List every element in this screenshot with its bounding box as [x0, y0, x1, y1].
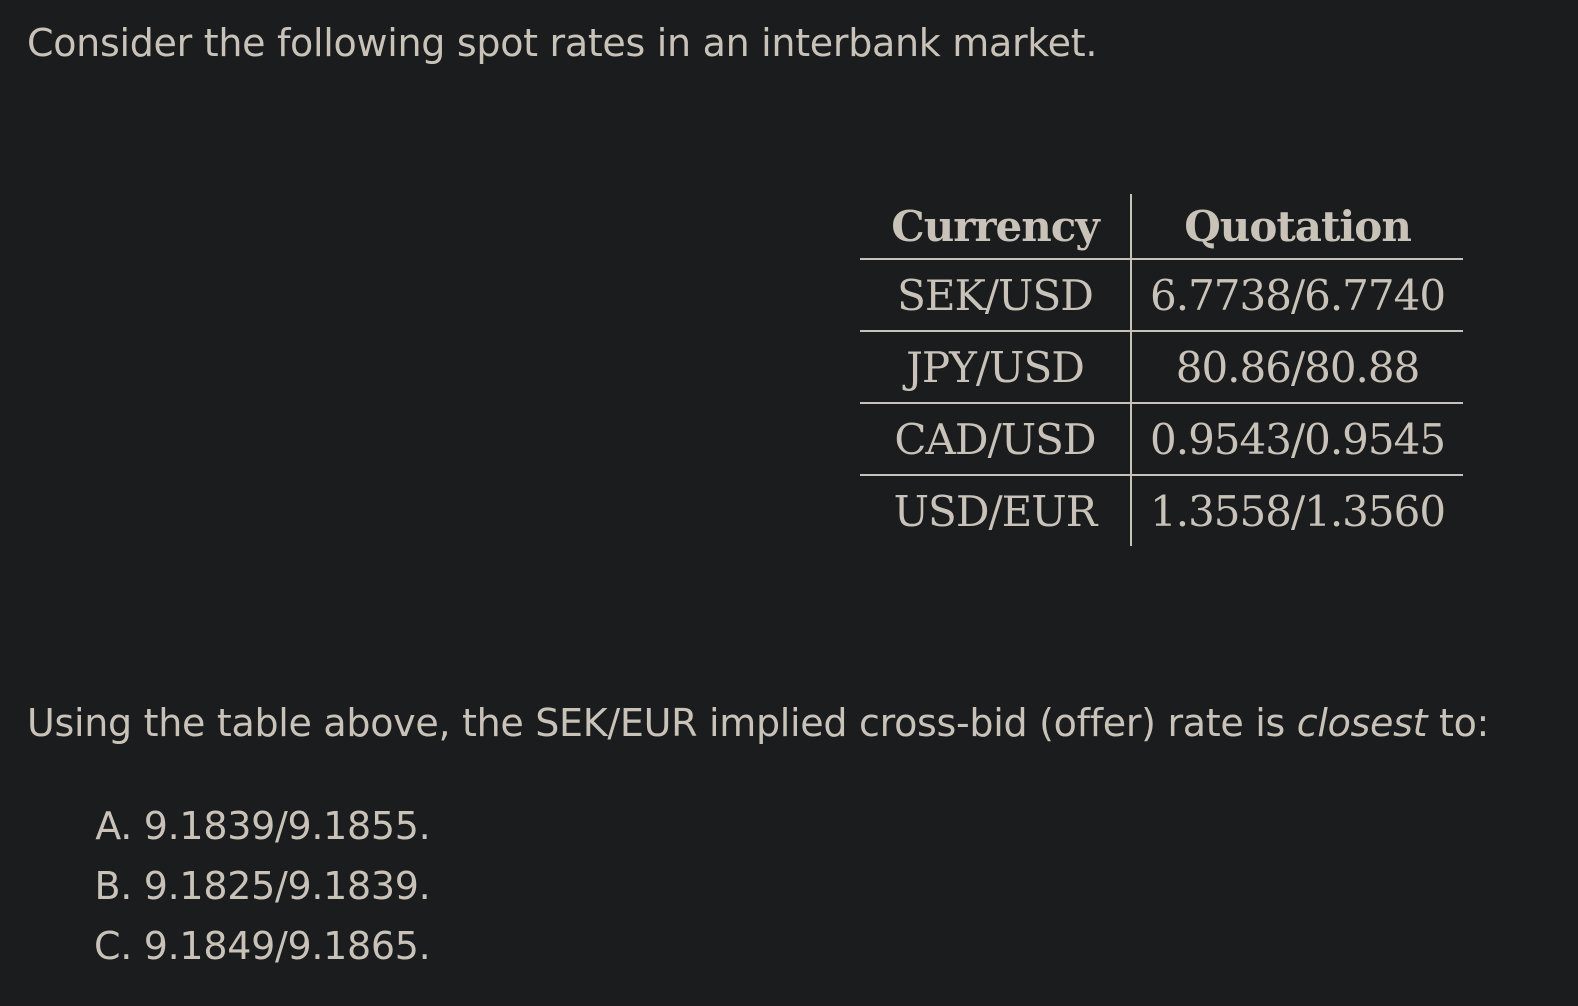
option-letter: A. [95, 804, 132, 848]
currency-cell: USD/EUR [860, 475, 1132, 546]
quotation-cell: 0.9543/0.9545 [1131, 403, 1464, 476]
option-text: 9.1849/9.1865. [143, 924, 431, 968]
option-letter: C. [93, 924, 132, 968]
answer-option-c[interactable]: C. 9.1849/9.1865. [78, 920, 431, 980]
column-header-currency: Currency [860, 194, 1132, 260]
option-text: 9.1839/9.1855. [143, 804, 431, 848]
table-row: CAD/USD 0.9543/0.9545 [860, 403, 1464, 476]
currency-cell: CAD/USD [860, 403, 1132, 476]
quotation-cell: 80.86/80.88 [1131, 331, 1464, 404]
table-row: USD/EUR 1.3558/1.3560 [860, 475, 1463, 546]
question-text: Using the table above, the SEK/EUR impli… [27, 698, 1489, 748]
table-header-row: Currency Quotation [860, 194, 1464, 260]
answer-option-b[interactable]: B. 9.1825/9.1839. [78, 860, 430, 920]
column-header-quotation: Quotation [1131, 194, 1464, 260]
option-text: 9.1825/9.1839. [143, 864, 431, 908]
option-letter: B. [94, 864, 132, 908]
answer-options: A. 9.1839/9.1855. B. 9.1825/9.1839. C. 9… [78, 800, 431, 980]
question-prefix: Using the table above, the SEK/EUR impli… [27, 701, 1297, 745]
currency-cell: SEK/USD [860, 259, 1132, 332]
table-row: JPY/USD 80.86/80.88 [860, 331, 1464, 404]
intro-text: Consider the following spot rates in an … [27, 21, 1098, 65]
question-emphasis: closest [1296, 701, 1428, 745]
answer-option-a[interactable]: A. 9.1839/9.1855. [78, 800, 431, 860]
quotation-cell: 6.7738/6.7740 [1131, 259, 1464, 332]
question-suffix: to: [1427, 701, 1490, 745]
spot-rates-table: Currency Quotation SEK/USD 6.7738/6.7740… [860, 194, 1464, 546]
quotation-cell: 1.3558/1.3560 [1150, 486, 1446, 536]
currency-cell: JPY/USD [860, 331, 1132, 404]
table-row: SEK/USD 6.7738/6.7740 [860, 259, 1464, 332]
